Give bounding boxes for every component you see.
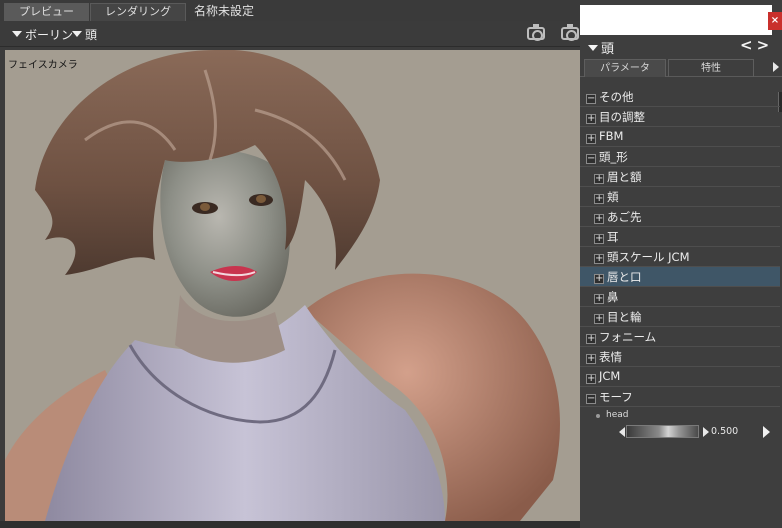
prev-next-nav[interactable]: <> (740, 36, 773, 54)
tree-row[interactable]: + 目と輪 (580, 307, 780, 327)
tree-row-label: 目と輪 (607, 310, 642, 324)
tree-row-label: JCM (599, 369, 621, 383)
expand-icon[interactable]: + (594, 234, 604, 244)
tree-row[interactable]: − モーフ (580, 387, 780, 407)
tab-properties[interactable]: 特性 (668, 59, 754, 77)
collapse-icon[interactable]: − (586, 94, 596, 104)
morph-slider[interactable]: 0.500 (580, 424, 782, 440)
tree-row-label: 頭スケール JCM (607, 250, 690, 264)
part-dropdown[interactable]: 頭 (72, 26, 97, 43)
tree-row-label: 表情 (599, 350, 622, 364)
panel-title-dropdown[interactable]: 頭 (588, 38, 614, 57)
expand-icon[interactable]: + (594, 314, 604, 324)
expand-icon[interactable]: + (594, 194, 604, 204)
camera-icon[interactable] (561, 24, 579, 41)
parameters-panel: × 頭 <> パラメータ 特性 − その他 + 目の調整 + FBM − 頭_形 + 眉と… (580, 0, 782, 528)
document-title: 名称未設定 (194, 4, 255, 18)
camera-label: フェイスカメラ (8, 60, 78, 71)
tree-row[interactable]: + 頬 (580, 187, 780, 207)
expand-icon[interactable]: + (594, 254, 604, 264)
expand-icon[interactable]: + (586, 134, 596, 144)
tab-preview[interactable]: プレビュー (4, 3, 89, 21)
tree-row[interactable]: + 頭スケール JCM (580, 247, 780, 267)
parameter-tree: − その他 + 目の調整 + FBM − 頭_形 + 眉と額 + 頬 + あご先 + 耳 + 頭ス… (580, 87, 780, 407)
tree-row[interactable]: + FBM (580, 127, 780, 147)
expand-icon[interactable]: + (594, 274, 604, 284)
tree-row-label: あご先 (607, 210, 642, 224)
tree-row-label: 頭_形 (599, 150, 628, 164)
tree-row-label: 唇と口 (607, 270, 642, 284)
tree-row[interactable]: + あご先 (580, 207, 780, 227)
tree-row[interactable]: + 表情 (580, 347, 780, 367)
tree-row[interactable]: + 鼻 (580, 287, 780, 307)
panel-tabs: パラメータ 特性 (580, 59, 782, 77)
3d-viewport[interactable]: フェイスカメラ (5, 50, 580, 521)
slider-value[interactable]: 0.500 (711, 426, 738, 437)
chevron-down-icon (72, 31, 82, 37)
slider-decrement-icon[interactable] (619, 427, 625, 437)
tree-row-label: 目の調整 (599, 110, 645, 124)
tree-row-label: 頬 (607, 190, 619, 204)
expand-icon[interactable]: + (586, 374, 596, 384)
tree-row[interactable]: + フォニーム (580, 327, 780, 347)
figure-dropdown[interactable]: ボーリン (12, 26, 73, 43)
status-strip (0, 521, 580, 528)
camera-icon[interactable] (527, 24, 545, 41)
tree-row[interactable]: + JCM (580, 367, 780, 387)
app-window: プレビュー レンダリング 名称未設定 ボーリン 頭 フェイスカメラ × 頭 <>… (0, 0, 782, 528)
expand-icon[interactable]: + (594, 294, 604, 304)
morph-name: head (606, 410, 629, 420)
tree-row-label: その他 (599, 90, 634, 104)
tree-row-label: モーフ (599, 390, 633, 404)
tree-row-label: FBM (599, 129, 624, 143)
chevron-down-icon (588, 45, 598, 51)
morph-bullet-icon (596, 414, 600, 418)
slider-menu-icon[interactable] (763, 426, 770, 438)
slider-track[interactable] (626, 425, 699, 438)
tab-scroll-right-icon[interactable] (773, 62, 779, 72)
figure-dropdown-label: ボーリン (25, 28, 74, 42)
expand-icon[interactable]: + (594, 174, 604, 184)
expand-icon[interactable]: + (586, 334, 596, 344)
expand-icon[interactable]: + (586, 354, 596, 364)
panel-title: 頭 (601, 42, 615, 57)
viewport-toolbar: ボーリン 頭 (0, 21, 580, 47)
tab-render[interactable]: レンダリング (90, 3, 186, 21)
tree-row[interactable]: + 目の調整 (580, 107, 780, 127)
figure-render (5, 50, 560, 521)
part-dropdown-label: 頭 (85, 28, 98, 42)
tree-row[interactable]: + 眉と額 (580, 167, 780, 187)
expand-icon[interactable]: + (586, 114, 596, 124)
document-tab-bar: プレビュー レンダリング 名称未設定 (0, 0, 580, 21)
slider-increment-icon[interactable] (703, 427, 709, 437)
tree-row[interactable]: + 耳 (580, 227, 780, 247)
close-icon[interactable]: × (768, 12, 782, 30)
tree-row-selected[interactable]: + 唇と口 (580, 267, 780, 287)
tree-row-label: フォニーム (599, 330, 657, 344)
tree-row-label: 眉と額 (607, 170, 642, 184)
tree-row-label: 鼻 (607, 290, 619, 304)
chevron-down-icon (12, 31, 22, 37)
tree-row-label: 耳 (607, 230, 619, 244)
collapse-icon[interactable]: − (586, 394, 596, 404)
tab-parameters[interactable]: パラメータ (584, 59, 666, 77)
expand-icon[interactable]: + (594, 214, 604, 224)
panel-header-bar (580, 5, 772, 35)
collapse-icon[interactable]: − (586, 154, 596, 164)
tree-row[interactable]: − 頭_形 (580, 147, 780, 167)
tree-row[interactable]: − その他 (580, 87, 780, 107)
